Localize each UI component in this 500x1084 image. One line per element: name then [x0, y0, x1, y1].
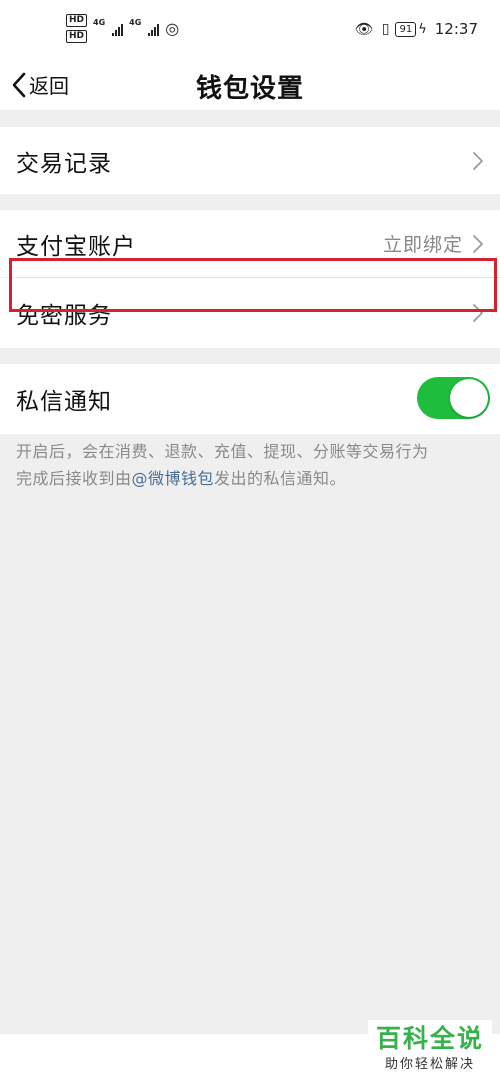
- charging-icon: ϟ: [418, 21, 427, 37]
- network-type: 4G: [93, 18, 106, 27]
- chevron-right-icon: [473, 234, 483, 253]
- hotspot-icon: ◎: [165, 18, 180, 38]
- description-text: 完成后接收到由: [16, 469, 132, 488]
- watermark-sub: 助你轻松解决: [384, 1057, 475, 1072]
- status-bar: HD HD 4G 4G ◎ 👁 ▯ 91 ϟ 12:37: [0, 0, 500, 62]
- signal-icon: [112, 22, 124, 36]
- row-transactions[interactable]: 交易记录: [0, 127, 500, 194]
- description-line: 完成后接收到由@微博钱包发出的私信通知。: [16, 465, 494, 492]
- bind-now-link[interactable]: 立即绑定: [383, 230, 463, 257]
- battery-icon: 91: [395, 21, 417, 37]
- hd-badge: HD: [66, 14, 88, 27]
- nav-bar: 返回 钱包设置: [0, 62, 500, 110]
- row-label: 支付宝账户: [16, 233, 136, 260]
- clock: 12:37: [434, 20, 478, 38]
- description-text: 发出的私信通知。: [214, 469, 347, 488]
- hd-badge: HD: [66, 30, 88, 43]
- toggle-knob: [450, 379, 488, 417]
- network-type: 4G: [129, 18, 142, 27]
- weibo-wallet-link[interactable]: @微博钱包: [132, 469, 215, 488]
- row-label: 交易记录: [16, 150, 112, 177]
- chevron-right-icon: [473, 151, 483, 170]
- description-line: 开启后，会在消费、退款、充值、提现、分账等交易行为: [16, 442, 429, 461]
- watermark-logo: 百科全说 助你轻松解决: [368, 1020, 492, 1082]
- hd-indicators: HD HD: [66, 14, 88, 43]
- page-title: 钱包设置: [195, 74, 304, 104]
- private-notice-toggle[interactable]: [417, 377, 490, 419]
- vibrate-icon: ▯: [381, 21, 390, 37]
- status-left: HD HD 4G 4G ◎: [66, 14, 179, 43]
- highlight-box: [9, 258, 497, 312]
- watermark-main: 百科全说: [375, 1024, 484, 1053]
- status-right: 👁 ▯ 91 ϟ 12:37: [355, 20, 478, 38]
- signal-icon: [148, 22, 160, 36]
- eye-icon: 👁: [354, 20, 374, 38]
- notice-description: 开启后，会在消费、退款、充值、提现、分账等交易行为 完成后接收到由@微博钱包发出…: [16, 438, 494, 492]
